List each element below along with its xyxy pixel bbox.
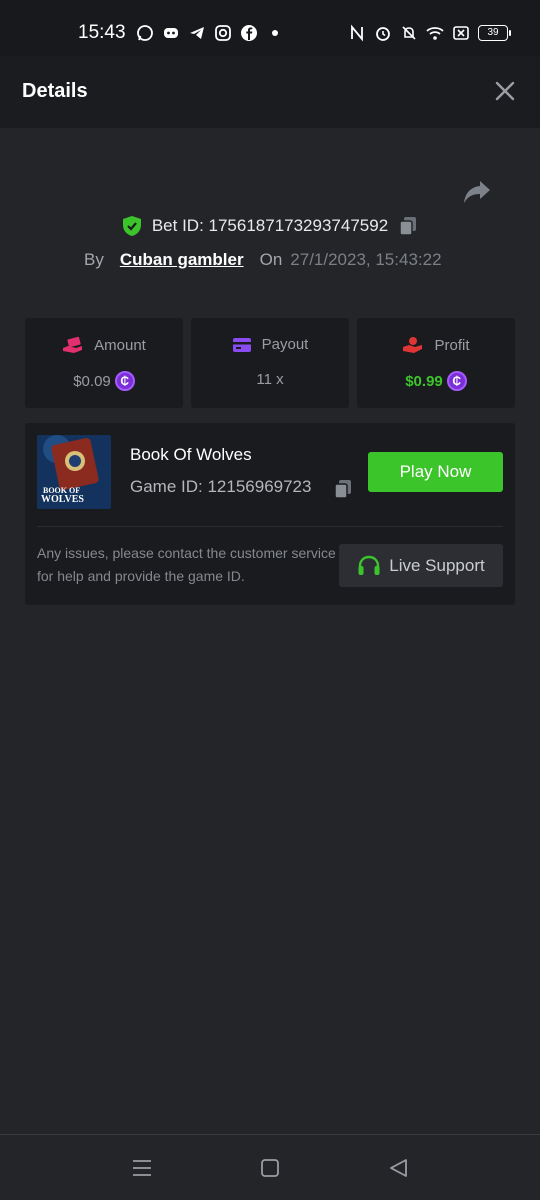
status-time: 15:43 xyxy=(78,22,126,43)
menu-icon[interactable] xyxy=(131,1157,153,1179)
on-label: On xyxy=(259,250,283,269)
live-support-label: Live Support xyxy=(389,555,485,575)
copy-bet-id-icon[interactable] xyxy=(398,215,418,237)
telegram-icon xyxy=(190,27,204,39)
amount-card: Amount $0.09 ₵ xyxy=(25,318,183,408)
money-hand-icon xyxy=(63,336,83,353)
system-icons: 39 xyxy=(348,24,511,42)
instagram-icon xyxy=(215,25,231,41)
profit-hand-icon xyxy=(403,337,423,353)
play-now-button[interactable]: Play Now xyxy=(368,452,503,492)
coin-icon: ₵ xyxy=(114,371,135,391)
profit-value: $0.99 xyxy=(405,372,443,390)
share-icon[interactable] xyxy=(462,178,492,206)
game-thumbnail[interactable]: BOOK OF WOLVES xyxy=(37,435,111,509)
bet-date: 27/1/2023, 15:43:22 xyxy=(290,250,442,269)
game-id: Game ID: 12156969723 xyxy=(130,477,312,496)
facebook-icon xyxy=(241,25,257,41)
profit-card: Profit $0.99 ₵ xyxy=(357,318,515,408)
mute-icon xyxy=(402,26,416,40)
nfc-icon xyxy=(351,24,363,42)
verified-shield-icon xyxy=(122,216,141,236)
payout-value: 11 x xyxy=(256,371,284,388)
copy-game-id-icon[interactable] xyxy=(333,478,353,500)
coin-icon: ₵ xyxy=(446,371,467,391)
details-header: Details xyxy=(0,56,540,128)
bet-author-row: By Cuban gambler On 27/1/2023, 15:43:22 xyxy=(84,250,442,270)
game-card: BOOK OF WOLVES Book Of Wolves Game ID: 1… xyxy=(25,423,515,605)
bet-id: Bet ID: 1756187173293747592 xyxy=(151,216,389,235)
user-link[interactable]: Cuban gambler xyxy=(120,250,244,270)
bet-id-row: Bet ID: 1756187173293747592 xyxy=(0,215,540,237)
headset-icon xyxy=(358,555,380,575)
amount-value: $0.09 xyxy=(73,372,111,390)
status-bar: 15:43 39 xyxy=(0,0,540,56)
divider xyxy=(37,526,503,527)
system-nav-bar xyxy=(0,1134,540,1200)
whatsapp-icon xyxy=(137,25,153,41)
wallet-card-icon xyxy=(232,337,251,352)
dot-icon xyxy=(272,30,278,36)
close-icon[interactable] xyxy=(494,80,516,102)
battery-icon: 39 xyxy=(478,25,511,41)
live-support-button[interactable]: Live Support xyxy=(339,544,503,587)
profit-label: Profit xyxy=(434,336,470,354)
payout-label: Payout xyxy=(261,336,309,353)
alarm-icon xyxy=(376,27,390,41)
support-info-text: Any issues, please contact the customer … xyxy=(37,545,336,584)
home-icon[interactable] xyxy=(259,1157,281,1179)
notification-icons xyxy=(136,24,284,42)
wifi-icon xyxy=(426,27,444,40)
page-title: Details xyxy=(22,80,88,102)
by-label: By xyxy=(84,250,104,269)
svg-text:WOLVES: WOLVES xyxy=(41,494,84,505)
payout-card: Payout 11 x xyxy=(191,318,349,408)
amount-label: Amount xyxy=(94,336,146,354)
back-icon[interactable] xyxy=(388,1157,410,1179)
sim-off-icon xyxy=(453,26,469,40)
game-title: Book Of Wolves xyxy=(130,445,252,464)
discord-icon xyxy=(164,28,178,38)
